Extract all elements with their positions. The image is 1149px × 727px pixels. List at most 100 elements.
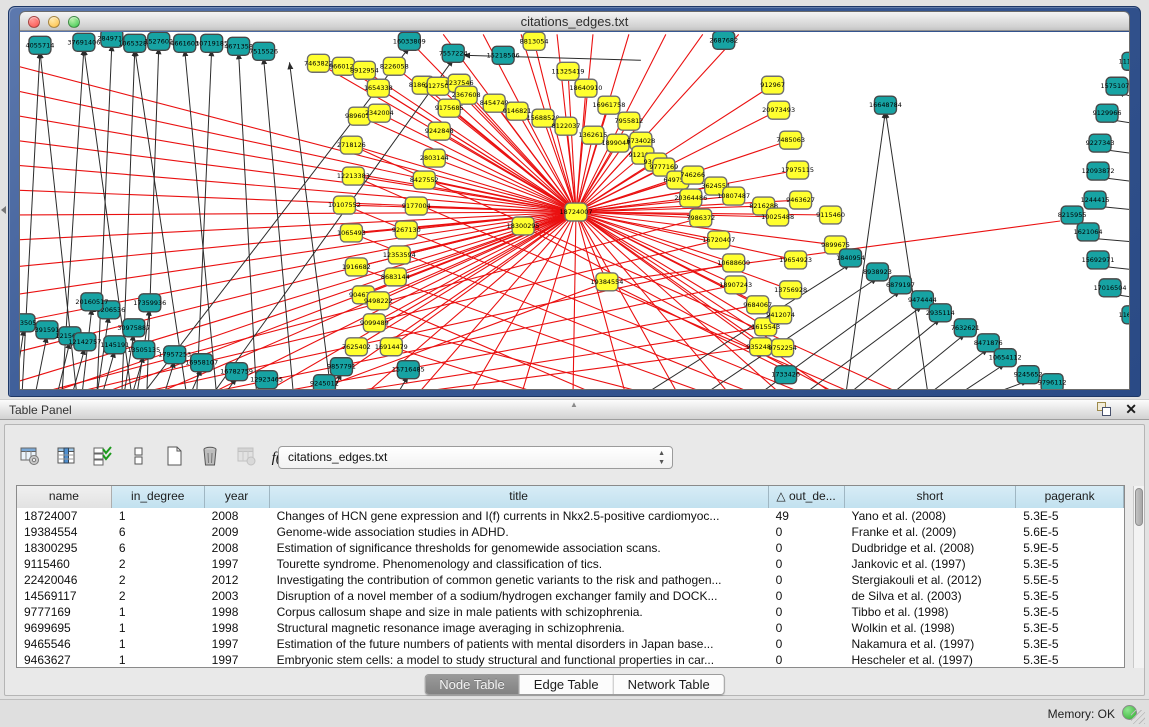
network-node[interactable]: 9412074 <box>766 306 795 324</box>
network-node[interactable]: 9463627 <box>786 191 815 209</box>
node-label: 9115460 <box>816 211 845 219</box>
table-scrollbar-thumb[interactable] <box>1135 488 1143 526</box>
table-mode-button[interactable] <box>17 445 43 471</box>
delete-table-button[interactable] <box>197 445 223 471</box>
network-node[interactable]: 8683144 <box>381 268 410 286</box>
network-node[interactable]: 7955812 <box>614 112 643 130</box>
network-node[interactable]: 1916682 <box>342 258 371 276</box>
network-node[interactable]: 1527602 <box>144 32 173 50</box>
node-label: 9245012 <box>310 380 339 388</box>
network-node[interactable]: 2342004 <box>365 104 394 122</box>
network-node[interactable]: 9267130 <box>392 221 421 239</box>
network-node[interactable]: 8938923 <box>863 263 892 281</box>
column-header-in_degree[interactable]: in_degree <box>112 486 205 508</box>
network-canvas[interactable]: 4055714376914062849714106532871527602466… <box>20 32 1130 390</box>
table-cell: 1 <box>112 604 205 620</box>
table-row[interactable]: 1938455462009Genome-wide association stu… <box>17 524 1124 540</box>
network-node[interactable]: 8813054 <box>520 32 549 50</box>
network-node[interactable]: 9175685 <box>435 99 464 117</box>
table-row[interactable]: 977716911998Corpus callosum shape and si… <box>17 604 1124 620</box>
column-header-short[interactable]: short <box>845 486 1017 508</box>
network-node[interactable]: 1621064 <box>1074 223 1103 241</box>
table-row[interactable]: 911546021997Tourette syndrome. Phenomeno… <box>17 556 1124 572</box>
network-node[interactable]: 1244415 <box>1081 191 1110 209</box>
table-row[interactable]: 946362711997Embryonic stem cells: a mode… <box>17 652 1124 668</box>
network-node[interactable]: 6879197 <box>886 276 915 294</box>
network-node[interactable]: 8215955 <box>1058 206 1087 224</box>
network-node[interactable]: 2935114 <box>926 304 955 322</box>
table-cell: Yano et al. (2008) <box>845 508 1017 524</box>
network-node[interactable]: 9857791 <box>327 358 356 376</box>
network-node[interactable]: 9115460 <box>816 206 845 224</box>
table-row[interactable]: 1456911722003Disruption of a novel membe… <box>17 588 1124 604</box>
network-node[interactable]: 9099489 <box>360 314 389 332</box>
node-label: 10654112 <box>989 354 1022 362</box>
network-node[interactable]: 8122037 <box>552 117 581 135</box>
table-cell: Estimation of the future numbers of pati… <box>270 636 769 652</box>
node-label: 1621064 <box>1074 228 1103 236</box>
table-scrollbar[interactable] <box>1133 486 1144 668</box>
splitter-grip[interactable]: ▲ <box>570 400 578 409</box>
table-row[interactable]: 1830029562008Estimation of significance … <box>17 540 1124 556</box>
table-cell: de Silva et al. (2003) <box>845 588 1017 604</box>
network-node[interactable]: 2718126 <box>337 136 366 154</box>
panel-collapse-arrow-icon[interactable] <box>1 206 6 214</box>
network-node[interactable]: 9245012 <box>310 375 339 390</box>
tab-edge-table[interactable]: Edge Table <box>520 675 614 694</box>
network-node[interactable]: 7515526 <box>249 42 278 60</box>
column-header-year[interactable]: year <box>205 486 270 508</box>
network-node[interactable]: 9242848 <box>425 122 454 140</box>
column-header-out_de[interactable]: △ out_de... <box>769 486 845 508</box>
network-node[interactable]: 912967 <box>760 76 785 94</box>
network-node[interactable]: 1145191 <box>100 336 129 354</box>
table-cell: 5.5E-5 <box>1016 572 1124 588</box>
table-row[interactable]: 2242004622012Investigating the contribut… <box>17 572 1124 588</box>
table-cell: Franke et al. (2009) <box>845 524 1017 540</box>
close-panel-icon[interactable]: ✕ <box>1125 402 1137 416</box>
table-selector-dropdown[interactable]: citations_edges.txt ▲▼ <box>278 446 673 469</box>
network-node[interactable]: 1654338 <box>364 79 393 97</box>
table-row[interactable]: 946554611997Estimation of the future num… <box>17 636 1124 652</box>
network-node[interactable]: 1065493 <box>337 224 366 242</box>
network-node[interactable]: 8226058 <box>380 57 409 75</box>
column-header-pagerank[interactable]: pagerank <box>1016 486 1124 508</box>
new-table-button[interactable] <box>161 445 187 471</box>
merge-cells-button[interactable] <box>125 445 151 471</box>
network-node[interactable]: 9227343 <box>1086 134 1115 152</box>
network-node[interactable]: 1733426 <box>771 366 800 384</box>
table-type-tabs: Node TableEdge TableNetwork Table <box>424 674 725 695</box>
network-node[interactable]: 9177004 <box>402 197 431 215</box>
network-node[interactable]: 9752254 <box>768 339 797 357</box>
network-node[interactable]: 8912954 <box>350 61 379 79</box>
table-cell: 1998 <box>205 620 270 636</box>
network-node[interactable]: 9498222 <box>364 292 393 310</box>
network-node[interactable]: 7632621 <box>951 319 980 337</box>
table-row[interactable]: 1872400712008Changes of HCN gene express… <box>17 508 1124 524</box>
table-cell: 5.3E-5 <box>1016 620 1124 636</box>
window-titlebar[interactable]: citations_edges.txt <box>20 12 1129 31</box>
network-node[interactable]: 2687682 <box>709 32 738 49</box>
network-node[interactable]: 4055714 <box>26 36 55 54</box>
float-panel-icon[interactable] <box>1097 402 1111 416</box>
resize-grip-icon[interactable] <box>1131 710 1145 724</box>
network-node[interactable]: 2803144 <box>420 149 449 167</box>
network-node[interactable]: 1840954 <box>836 249 865 267</box>
table-row[interactable]: 969969511998Structural magnetic resonanc… <box>17 620 1124 636</box>
network-node[interactable]: 9796112 <box>1038 374 1067 390</box>
network-node[interactable]: 7986372 <box>686 209 715 227</box>
column-header-title[interactable]: title <box>270 486 769 508</box>
network-node[interactable]: 8427552 <box>410 171 439 189</box>
column-header-name[interactable]: name <box>17 486 112 508</box>
network-node[interactable]: 7625402 <box>342 338 371 356</box>
table-cell: 5.3E-5 <box>1016 588 1124 604</box>
table-cell: 0 <box>769 636 845 652</box>
network-node[interactable]: 7485063 <box>776 131 805 149</box>
network-node[interactable]: 7557224 <box>439 44 468 62</box>
network-node[interactable]: 9129966 <box>1093 104 1122 122</box>
node-label: 10719185 <box>195 39 228 47</box>
tab-network-table[interactable]: Network Table <box>614 675 724 694</box>
show-column-button[interactable] <box>53 445 79 471</box>
select-rows-button[interactable] <box>89 445 115 471</box>
tab-node-table[interactable]: Node Table <box>425 675 520 694</box>
node-label: 8226058 <box>380 62 409 70</box>
